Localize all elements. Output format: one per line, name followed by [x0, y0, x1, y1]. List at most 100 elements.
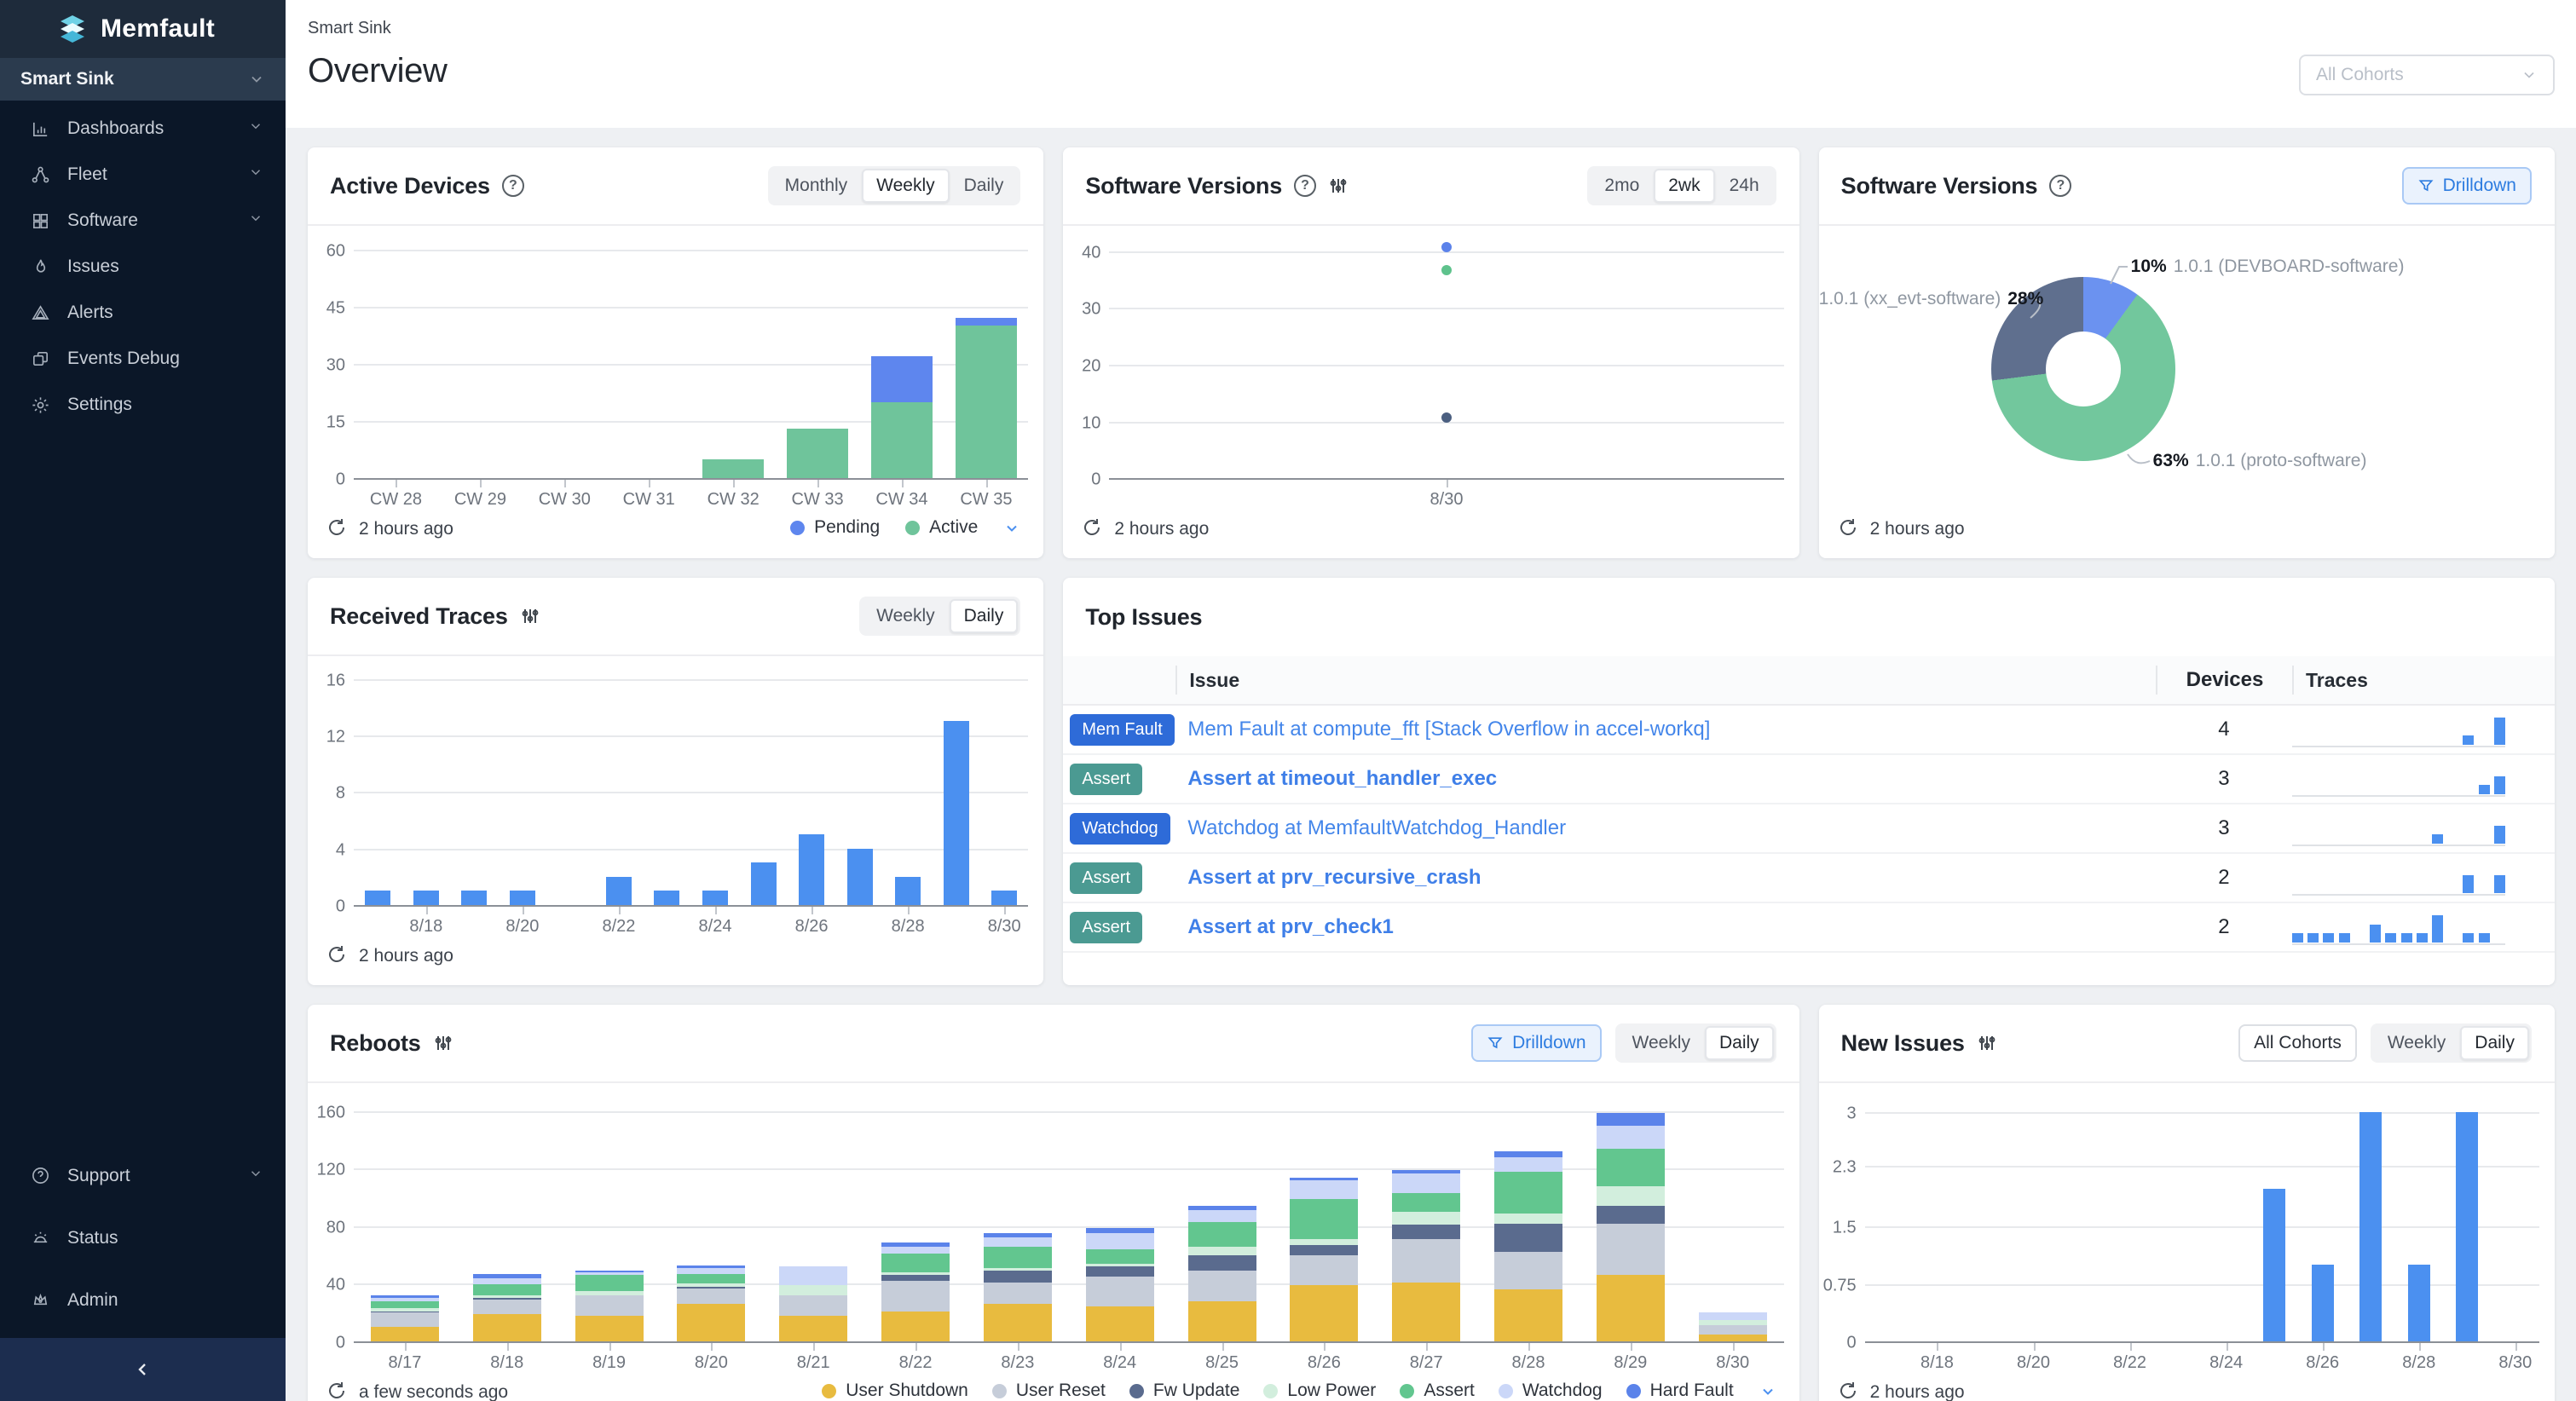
sidebar-item-software[interactable]: Software [0, 198, 286, 244]
project-selector[interactable]: Smart Sink [0, 58, 286, 101]
bar-slot-8-18 [456, 1098, 558, 1343]
toggle-option-weekly[interactable]: Weekly [2373, 1026, 2460, 1060]
issue-link[interactable]: Watchdog at MemfaultWatchdog_Handler [1187, 816, 1566, 839]
toggle-option-monthly[interactable]: Monthly [771, 169, 863, 203]
issue-link[interactable]: Mem Fault at compute_fft [Stack Overflow… [1187, 718, 1710, 741]
range-toggle: 2mo2wk24h [1587, 166, 1776, 205]
issue-row[interactable]: AssertAssert at timeout_handler_exec3 [1063, 755, 2555, 804]
bars [354, 1098, 1784, 1343]
bar-slot-CW-35 [944, 236, 1028, 480]
bar-slot-8-21 [2058, 1098, 2106, 1343]
chart-settings-icon[interactable] [520, 606, 540, 626]
refresh-icon[interactable] [326, 944, 347, 965]
x-tick-label: 8/18 [1913, 1343, 1961, 1372]
toggle-option-2mo[interactable]: 2mo [1590, 169, 1654, 203]
issue-link[interactable]: Assert at timeout_handler_exec [1187, 767, 1497, 790]
bar-slot-8-21 [546, 666, 595, 907]
issue-type-badge: Assert [1070, 912, 1142, 943]
x-tick-label [354, 907, 402, 936]
cohort-filter-dropdown[interactable]: All Cohorts [2299, 55, 2555, 95]
refresh-icon[interactable] [326, 1381, 347, 1401]
sidebar-item-fleet[interactable]: Fleet [0, 152, 286, 198]
sidebar-collapse-button[interactable] [0, 1338, 286, 1401]
toggle-option-24h[interactable]: 24h [1715, 169, 1774, 203]
sidebar-item-support[interactable]: Support [0, 1144, 286, 1207]
legend-label: User Shutdown [846, 1381, 968, 1401]
toggle-option-weekly[interactable]: Weekly [862, 169, 949, 203]
y-tick-label: 16 [326, 671, 345, 690]
issue-row[interactable]: AssertAssert at prv_recursive_crash2 [1063, 854, 2555, 903]
issue-row[interactable]: AssertAssert at prv_check12 [1063, 903, 2555, 953]
legend-expand-chevron-icon[interactable] [1759, 1381, 1776, 1400]
traces-cell [2292, 761, 2555, 797]
breadcrumb: Smart Sink [308, 19, 2555, 38]
plot-area [1865, 1098, 2539, 1343]
legend-chip [790, 521, 805, 535]
toggle-option-daily[interactable]: Daily [950, 599, 1019, 633]
bar-slot-8-27 [2347, 1098, 2395, 1343]
bar-segment [1494, 1172, 1562, 1214]
scatter-point [1441, 242, 1452, 252]
column-traces: Traces [2292, 666, 2555, 695]
toggle-option-daily[interactable]: Daily [950, 169, 1019, 203]
legend-chip [1129, 1384, 1144, 1398]
help-icon[interactable]: ? [502, 175, 524, 197]
chart-settings-icon[interactable] [1328, 176, 1349, 196]
traces-sparkline [2292, 860, 2505, 896]
toggle-option-weekly[interactable]: Weekly [1618, 1026, 1705, 1060]
bar-segment [2456, 1112, 2478, 1341]
legend-chip [1263, 1384, 1278, 1398]
bar-slot-8-28 [884, 666, 933, 907]
bar-slot-8-18 [1913, 1098, 1961, 1343]
chart-settings-icon[interactable] [1977, 1033, 1997, 1053]
sidebar-nav: DashboardsFleetSoftwareIssuesAlertsEvent… [0, 101, 286, 428]
toggle-option-weekly[interactable]: Weekly [862, 599, 949, 633]
legend-item-hard-fault: Hard Fault [1626, 1381, 1734, 1401]
sidebar-item-status[interactable]: Status [0, 1207, 286, 1269]
refresh-icon[interactable] [1838, 517, 1858, 538]
sidebar-item-dashboards[interactable]: Dashboards [0, 106, 286, 152]
bars [354, 666, 1028, 907]
refresh-icon[interactable] [326, 517, 347, 538]
help-icon[interactable]: ? [2049, 175, 2071, 197]
chart-settings-icon[interactable] [433, 1033, 453, 1053]
issue-type-cell: Assert [1063, 912, 1175, 943]
legend-label: Watchdog [1522, 1381, 1603, 1401]
memfault-logo[interactable]: Memfault [0, 0, 286, 58]
updated-timestamp: 2 hours ago [359, 517, 453, 539]
bar-segment [371, 1327, 439, 1341]
drilldown-button[interactable]: Drilldown [2402, 167, 2532, 205]
bar-segment [654, 891, 679, 905]
sidebar-item-admin[interactable]: Admin [0, 1269, 286, 1331]
bar-segment [779, 1316, 847, 1341]
sidebar-item-issues[interactable]: Issues [0, 244, 286, 290]
bar-segment [473, 1284, 541, 1296]
bar-segment [881, 1254, 950, 1272]
devices-count: 3 [2156, 816, 2292, 840]
issue-link[interactable]: Assert at prv_check1 [1187, 915, 1393, 938]
refresh-icon[interactable] [1082, 517, 1102, 538]
sparkline-bar [2385, 933, 2396, 943]
toggle-option-daily[interactable]: Daily [2460, 1026, 2529, 1060]
bar-segment [461, 891, 487, 905]
toggle-option-2wk[interactable]: 2wk [1654, 169, 1714, 203]
updated-timestamp: a few seconds ago [359, 1381, 508, 1401]
bar-segment [871, 356, 933, 402]
y-tick-label: 0 [336, 470, 345, 490]
sidebar-item-settings[interactable]: Settings [0, 382, 286, 428]
legend-expand-chevron-icon[interactable] [1003, 518, 1020, 537]
bar-slot-8-20 [660, 1098, 762, 1343]
issue-row[interactable]: Mem FaultMem Fault at compute_fft [Stack… [1063, 706, 2555, 755]
refresh-icon[interactable] [1838, 1381, 1858, 1401]
x-tick-label: 8/24 [1069, 1343, 1171, 1372]
sidebar-item-events-debug[interactable]: Events Debug [0, 336, 286, 382]
all-cohorts-button[interactable]: All Cohorts [2238, 1024, 2357, 1062]
sidebar-item-alerts[interactable]: Alerts [0, 290, 286, 336]
bar-segment [1699, 1335, 1767, 1341]
help-icon[interactable]: ? [1294, 175, 1316, 197]
drilldown-button[interactable]: Drilldown [1471, 1024, 1601, 1062]
toggle-option-daily[interactable]: Daily [1705, 1026, 1774, 1060]
x-tick-label: 8/20 [499, 907, 547, 936]
issue-row[interactable]: WatchdogWatchdog at MemfaultWatchdog_Han… [1063, 804, 2555, 854]
issue-link[interactable]: Assert at prv_recursive_crash [1187, 866, 1481, 889]
